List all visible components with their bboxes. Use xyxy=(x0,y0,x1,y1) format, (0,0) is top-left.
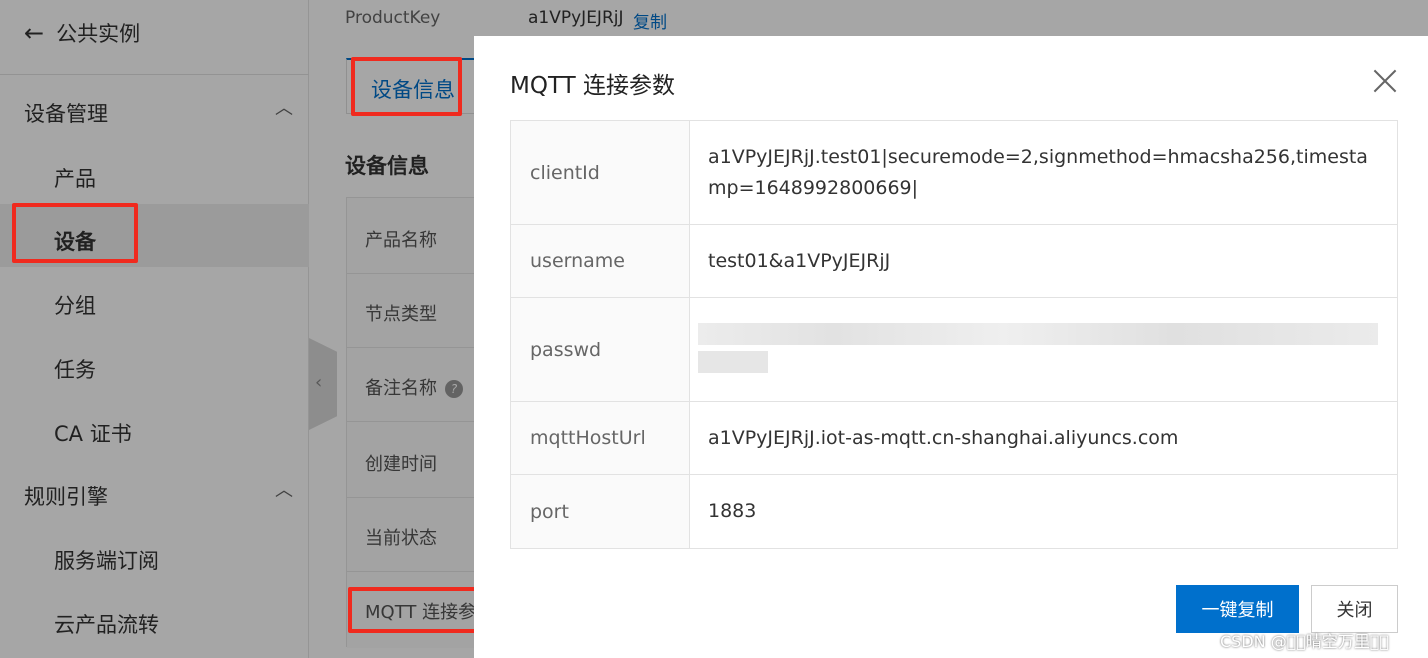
watermark: CSDN @  晴空万里   xyxy=(1220,632,1390,651)
copy-all-button[interactable]: 一键复制 xyxy=(1176,585,1299,633)
table-row: mqttHostUrl a1VPyJEJRjJ.iot-as-mqtt.cn-s… xyxy=(510,401,1398,475)
highlight-box-mqtt-row xyxy=(348,587,486,633)
highlight-box-tab xyxy=(351,57,462,116)
dialog-title: MQTT 连接参数 xyxy=(510,73,675,99)
table-row: port 1883 xyxy=(510,474,1398,549)
table-row: passwd xyxy=(510,297,1398,402)
table-row: username test01&a1VPyJEJRjJ xyxy=(510,224,1398,298)
close-button[interactable]: 关闭 xyxy=(1311,585,1398,633)
param-key: username xyxy=(510,224,690,298)
param-value[interactable]: a1VPyJEJRjJ.test01|securemode=2,signmeth… xyxy=(689,120,1398,225)
param-value-redacted[interactable] xyxy=(689,297,1398,402)
param-value[interactable]: test01&a1VPyJEJRjJ xyxy=(689,224,1398,298)
param-value[interactable]: 1883 xyxy=(689,474,1398,549)
param-key: clientId xyxy=(510,120,690,225)
param-key: passwd xyxy=(510,297,690,402)
param-key: port xyxy=(510,474,690,549)
highlight-box-device xyxy=(12,203,138,263)
close-icon[interactable] xyxy=(1370,66,1400,96)
table-row: clientId a1VPyJEJRjJ.test01|securemode=2… xyxy=(510,120,1398,225)
mqtt-params-table: clientId a1VPyJEJRjJ.test01|securemode=2… xyxy=(510,120,1398,549)
redacted-password-blur xyxy=(698,322,1378,377)
mqtt-params-dialog: MQTT 连接参数 clientId a1VPyJEJRjJ.test01|se… xyxy=(474,36,1428,658)
param-key: mqttHostUrl xyxy=(510,401,690,475)
param-value[interactable]: a1VPyJEJRjJ.iot-as-mqtt.cn-shanghai.aliy… xyxy=(689,401,1398,475)
